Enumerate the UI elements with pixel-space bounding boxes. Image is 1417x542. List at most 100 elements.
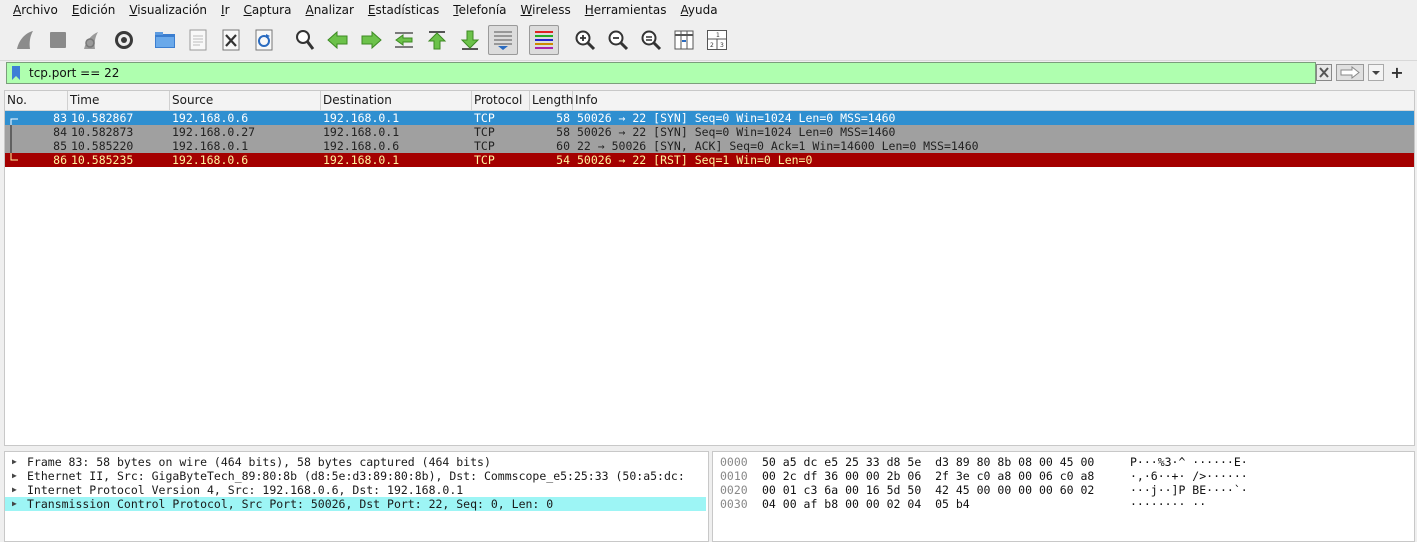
expand-arrow-icon[interactable]: ▶	[12, 469, 17, 483]
menu-5[interactable]: Analizar	[298, 3, 360, 17]
packet-bytes-pane[interactable]: 0000 50 a5 dc e5 25 33 d8 5e d3 89 80 8b …	[712, 451, 1415, 542]
display-filter-input[interactable]	[29, 65, 1309, 81]
column-header-protocol[interactable]: Protocol	[472, 91, 530, 110]
menu-0[interactable]: Archivo	[6, 3, 65, 17]
column-header-length[interactable]: Length	[530, 91, 573, 110]
packet-cell-time: 10.585235	[71, 153, 134, 167]
filter-field[interactable]	[6, 62, 1316, 84]
svg-text:3: 3	[720, 42, 724, 49]
column-header-source[interactable]: Source	[170, 91, 321, 110]
column-header-no[interactable]: No.	[5, 91, 68, 110]
clear-filter-icon[interactable]	[1316, 64, 1332, 81]
menu-9[interactable]: Herramientas	[578, 3, 674, 17]
expand-arrow-icon[interactable]: ▶	[12, 455, 17, 469]
close-file-button[interactable]	[216, 25, 246, 55]
menu-1[interactable]: Edición	[65, 3, 122, 17]
packet-cell-dst: 192.168.0.1	[323, 111, 400, 125]
protocol-tree-item[interactable]: ▶ Frame 83: 58 bytes on wire (464 bits), …	[5, 455, 708, 469]
protocol-tree-item[interactable]: ▶ Transmission Control Protocol, Src Port…	[5, 497, 706, 511]
hex-ascii: ···j··]P BE····`·	[1130, 483, 1248, 497]
go-to-packet-button[interactable]	[389, 25, 419, 55]
hex-row[interactable]: 0020 00 01 c3 6a 00 16 5d 50 42 45 00 00 …	[713, 483, 1414, 497]
menu-10[interactable]: Ayuda	[674, 3, 725, 17]
conversation-bracket-icon	[10, 118, 18, 125]
packet-row[interactable]: 86 10.585235 192.168.0.6 192.168.0.1 TCP 54 50…	[5, 153, 1414, 167]
bookmark-icon[interactable]	[11, 66, 21, 80]
protocol-tree-item[interactable]: ▶ Internet Protocol Version 4, Src: 192.1…	[5, 483, 708, 497]
packet-cell-info: 22 → 50026 [SYN, ACK] Seq=0 Ack=1 Win=14…	[577, 139, 979, 153]
hex-row[interactable]: 0000 50 a5 dc e5 25 33 d8 5e d3 89 80 8b …	[713, 455, 1414, 469]
hex-row[interactable]: 0010 00 2c df 36 00 00 2b 06 2f 3e c0 a8 …	[713, 469, 1414, 483]
zoom-out-button[interactable]	[603, 25, 633, 55]
zoom-in-button[interactable]	[570, 25, 600, 55]
packet-cell-len: 54	[556, 153, 570, 167]
packet-list[interactable]: No. Time Source Destination Protocol Length In…	[4, 90, 1415, 446]
zoom-normal-icon	[641, 30, 662, 51]
packet-cell-no: 86	[53, 153, 67, 167]
packet-cell-dst: 192.168.0.6	[323, 139, 400, 153]
protocol-tree-item[interactable]: ▶ Ethernet II, Src: GigaByteTech_89:80:8b…	[5, 469, 708, 483]
packet-cell-len: 58	[556, 111, 570, 125]
hex-offset: 0010	[720, 469, 748, 483]
shark-fin-start-icon	[17, 31, 33, 49]
shark-fin-start-button[interactable]	[10, 25, 40, 55]
hex-bytes: 50 a5 dc e5 25 33 d8 5e d3 89 80 8b 08 0…	[762, 455, 1095, 469]
filter-history-dropdown-icon[interactable]	[1368, 64, 1384, 81]
save-file-button[interactable]	[183, 25, 213, 55]
reload-file-button[interactable]	[249, 25, 279, 55]
stop-capture-button[interactable]	[43, 25, 73, 55]
go-forward-icon	[361, 30, 382, 50]
find-packet-button[interactable]	[290, 25, 320, 55]
packet-row[interactable]: 84 10.582873 192.168.0.27 192.168.0.1 TCP 58 5…	[5, 125, 1414, 139]
add-filter-button[interactable]: +	[1389, 62, 1405, 84]
zoom-normal-button[interactable]	[636, 25, 666, 55]
hex-row[interactable]: 0030 04 00 af b8 00 00 02 04 05 b4 ·······…	[713, 497, 1414, 511]
packet-row[interactable]: 85 10.585220 192.168.0.1 192.168.0.6 TCP 60 22…	[5, 139, 1414, 153]
packet-cell-dst: 192.168.0.1	[323, 125, 400, 139]
packet-cell-proto: TCP	[474, 111, 495, 125]
display-filter-bar: +	[6, 62, 1404, 84]
capture-options-gear-icon	[115, 31, 133, 49]
menu-3[interactable]: Ir	[214, 3, 236, 17]
hex-bytes: 00 01 c3 6a 00 16 5d 50 42 45 00 00 00 0…	[762, 483, 1095, 497]
go-back-button[interactable]	[323, 25, 353, 55]
go-back-icon	[327, 30, 348, 50]
expand-arrow-icon[interactable]: ▶	[12, 497, 17, 511]
column-header-time[interactable]: Time	[68, 91, 170, 110]
menu-4[interactable]: Captura	[237, 3, 299, 17]
capture-options-gear-button[interactable]	[109, 25, 139, 55]
menu-8[interactable]: Wireless	[514, 3, 578, 17]
protocol-tree-label: Frame 83: 58 bytes on wire (464 bits), 5…	[27, 455, 491, 469]
expand-arrow-icon[interactable]: ▶	[12, 483, 17, 497]
go-first-button[interactable]	[422, 25, 452, 55]
auto-scroll-button[interactable]	[488, 25, 518, 55]
layout-panes-button[interactable]: 123	[702, 25, 732, 55]
hex-ascii: P···%3·^ ······E·	[1130, 455, 1248, 469]
packet-cell-src: 192.168.0.1	[172, 139, 249, 153]
resize-columns-icon	[674, 30, 694, 50]
apply-filter-icon[interactable]	[1336, 64, 1364, 81]
packet-cell-src: 192.168.0.27	[172, 125, 256, 139]
packet-details-pane[interactable]: ▶ Frame 83: 58 bytes on wire (464 bits), …	[4, 451, 709, 542]
open-folder-icon	[155, 32, 175, 48]
go-forward-button[interactable]	[356, 25, 386, 55]
hex-offset: 0000	[720, 455, 748, 469]
packet-cell-no: 83	[53, 111, 67, 125]
packet-row[interactable]: 83 10.582867 192.168.0.6 192.168.0.1 TCP 58 50…	[5, 111, 1414, 125]
menu-6[interactable]: Estadísticas	[361, 3, 446, 17]
zoom-in-icon	[575, 30, 596, 51]
resize-columns-button[interactable]	[669, 25, 699, 55]
find-packet-icon	[296, 30, 315, 50]
open-folder-button[interactable]	[150, 25, 180, 55]
restart-capture-button[interactable]	[76, 25, 106, 55]
protocol-tree-label: Transmission Control Protocol, Src Port:…	[27, 497, 554, 511]
menu-7[interactable]: Telefonía	[446, 3, 513, 17]
column-header-destination[interactable]: Destination	[321, 91, 472, 110]
packet-cell-info: 50026 → 22 [RST] Seq=1 Win=0 Len=0	[577, 153, 813, 167]
colorize-button[interactable]	[529, 25, 559, 55]
packet-list-header: No. Time Source Destination Protocol Length In…	[5, 91, 1414, 111]
svg-text:1: 1	[716, 32, 720, 39]
go-last-button[interactable]	[455, 25, 485, 55]
column-header-info[interactable]: Info	[573, 91, 1414, 110]
menu-2[interactable]: Visualización	[122, 3, 214, 17]
